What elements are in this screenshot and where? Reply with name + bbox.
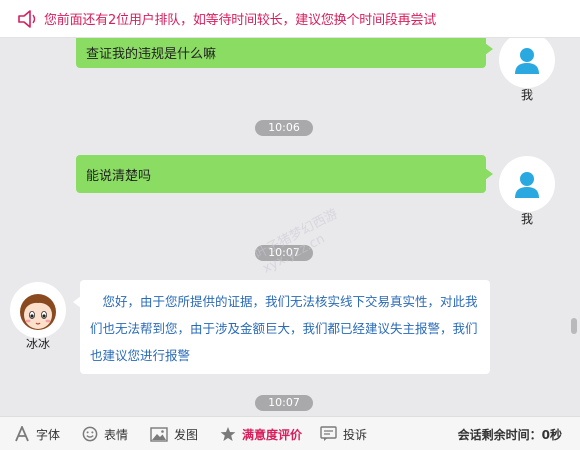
my-message-bubble: 查证我的违规是什么嘛: [76, 38, 493, 68]
timestamp: 10:07: [255, 395, 313, 411]
send-image-button[interactable]: 发图: [150, 417, 198, 450]
agent-message-bubble: 您好，由于您所提供的证据，我们无法核实线下交易真实性，对此我们也无法帮到您，由于…: [73, 280, 490, 374]
rating-label: 满意度评价: [242, 427, 303, 442]
my-name-label: 我: [520, 212, 533, 226]
font-icon: [15, 426, 29, 442]
my-name-label: 我: [520, 88, 533, 102]
smiley-icon: [82, 426, 98, 442]
bottom-toolbar: 字体 表情 发图 满意度评价 投诉 会话剩余时间： 0秒: [0, 416, 580, 450]
image-label: 发图: [174, 427, 199, 442]
emoji-button[interactable]: 表情: [82, 417, 128, 450]
agent-avatar: [10, 282, 66, 338]
message-text: 查证我的违规是什么嘛: [86, 46, 217, 62]
image-icon: [150, 426, 168, 442]
timestamp: 10:06: [255, 120, 313, 136]
my-message-bubble: 能说清楚吗: [76, 155, 493, 193]
message-list[interactable]: 查证我的违规是什么嘛 我 10:06 能说清楚吗 我 10:07 叶子猪梦幻西游: [0, 38, 580, 416]
star-icon: [220, 427, 236, 441]
queue-notice-text: 您前面还有2位用户排队，如等待时间较长，建议您换个时间段再尝试: [44, 13, 437, 28]
user-icon: [515, 48, 539, 74]
emoji-label: 表情: [104, 427, 129, 442]
session-remaining-time: 会话剩余时间： 0秒: [458, 417, 562, 450]
message-text: 能说清楚吗: [86, 168, 152, 184]
my-avatar: [499, 156, 555, 212]
report-label: 投诉: [343, 427, 368, 442]
queue-notice-bar: 您前面还有2位用户排队，如等待时间较长，建议您换个时间段再尝试: [0, 0, 580, 38]
font-button[interactable]: 字体: [14, 417, 60, 450]
my-avatar: [499, 38, 555, 88]
message-text: 您好，由于您所提供的证据，我们无法核实线下交易真实性，对此我们也无法帮到您，由于…: [90, 294, 478, 363]
speaker-icon: [18, 9, 36, 28]
agent-name-label: 冰冰: [25, 337, 50, 351]
girl-avatar-icon: [20, 294, 56, 330]
chat-window: 您前面还有2位用户排队，如等待时间较长，建议您换个时间段再尝试 查证我的违规是什…: [0, 0, 580, 450]
user-icon: [515, 172, 539, 198]
remaining-value: 0秒: [541, 427, 562, 442]
font-label: 字体: [36, 427, 61, 442]
report-icon: [320, 426, 337, 441]
remaining-label: 会话剩余时间：: [457, 427, 542, 442]
timestamp: 10:07: [255, 245, 313, 261]
site-watermark: 叶子猪梦幻西游 xyx.yzz.cn: [252, 206, 341, 277]
rating-button[interactable]: 满意度评价: [220, 417, 302, 450]
scrollbar-thumb[interactable]: [571, 318, 577, 334]
report-button[interactable]: 投诉: [320, 417, 367, 450]
